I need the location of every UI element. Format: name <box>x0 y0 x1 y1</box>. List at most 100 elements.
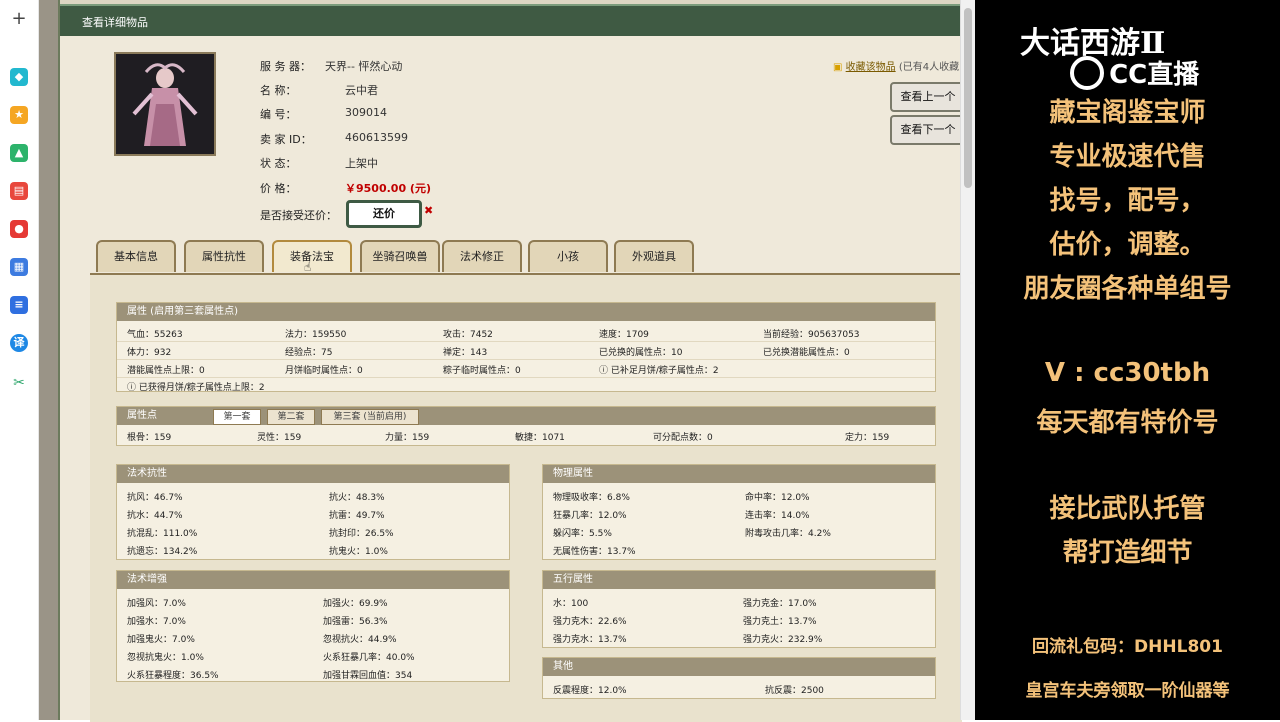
promo-daily: 每天都有特价号 <box>1036 408 1219 438</box>
tab-mounts-pets[interactable]: 坐骑召唤兽 <box>360 240 440 272</box>
close-icon: ✖ <box>424 204 434 217</box>
spell-enhance-header: 法术增强 <box>117 571 509 589</box>
chart-ai-icon[interactable]: ▦ <box>10 258 28 276</box>
stat-mooncake-temp: 月饼临时属性点：0 <box>285 366 363 376</box>
scissors-icon[interactable]: ✂ <box>10 374 28 392</box>
phys-hit: 命中率：12.0% <box>745 493 810 503</box>
resist-forget: 抗遗忘：134.2% <box>127 547 198 557</box>
character-figure-icon <box>116 54 214 154</box>
camera-ai-icon[interactable]: ● <box>10 220 28 238</box>
counter-offer-button[interactable]: 还价 <box>346 200 422 228</box>
physical-header: 物理属性 <box>543 465 935 483</box>
image-ai-icon[interactable]: ▲ <box>10 144 28 162</box>
phys-neutral-dmg: 无属性伤害：13.7% <box>553 547 636 557</box>
plus-icon[interactable]: + <box>10 10 28 28</box>
favorite-area: ▣ 收藏该物品 (已有4人收藏 <box>833 58 959 73</box>
counter-offer-label: 是否接受还价： <box>260 209 337 222</box>
favorite-icon: ▣ <box>833 62 843 73</box>
promo-line-1: 藏宝阁鉴宝师 <box>1049 98 1206 128</box>
spell-enhance-box: 法术增强 加强风：7.0% 加强火：69.9% 加强水：7.0% 加强雷：56.… <box>116 570 510 682</box>
status-value: 上架中 <box>345 157 378 170</box>
spell-resist-box: 法术抗性 抗风：46.7% 抗火：48.3% 抗水：44.7% 抗雷：49.7%… <box>116 464 510 560</box>
ignore-ghostfire-resist: 忽视抗鬼火：1.0% <box>127 653 204 663</box>
stat-redeemed-potential: 已兑换潜能属性点：0 <box>763 348 850 358</box>
star-icon[interactable]: ★ <box>10 106 28 124</box>
stat-potential-cap: 潜能属性点上限：0 <box>127 366 205 376</box>
item-detail-content: 服 务 器： 天界-- 怦然心动 名 称： 云中君 编 号： 309014 卖 … <box>60 36 966 722</box>
shape-icon[interactable]: ◆ <box>10 68 28 86</box>
tab-basic-info[interactable]: 基本信息 <box>96 240 176 272</box>
promo-line-5: 朋友圈各种单组号 <box>1023 274 1232 304</box>
gift-code: 回流礼包码：DHHL801 <box>1032 637 1223 657</box>
id-label: 编 号： <box>260 108 297 121</box>
element-water: 水：100 <box>553 599 589 609</box>
id-value: 309014 <box>345 106 387 119</box>
tab-point-set-2[interactable]: 第二套 <box>267 409 315 425</box>
stat-meditation: 禅定：143 <box>443 348 488 358</box>
point-constitution: 根骨：159 <box>127 433 172 443</box>
enh-thunder: 加强雷：56.3% <box>323 617 388 627</box>
fire-crit-rate: 火系狂暴几率：40.0% <box>323 653 415 663</box>
counter-metal: 强力克金：17.0% <box>743 599 817 609</box>
favorite-link[interactable]: 收藏该物品 <box>846 62 896 73</box>
ignore-fire-resist: 忽视抗火：44.9% <box>323 635 397 645</box>
status-label: 状 态： <box>260 157 297 170</box>
tab-spell-mods[interactable]: 法术修正 <box>442 240 522 272</box>
enh-wind: 加强风：7.0% <box>127 599 186 609</box>
next-item-button[interactable]: 查看下一个 <box>890 115 966 145</box>
other-header: 其他 <box>543 658 935 676</box>
phys-dodge: 躲闪率：5.5% <box>553 529 612 539</box>
stat-supplemented-points: ⓘ 已补足月饼/粽子属性点：2 <box>599 366 719 376</box>
point-unallocated: 可分配点数：0 <box>653 433 713 443</box>
tab-point-set-3[interactable]: 第三套 (当前启用) <box>321 409 419 425</box>
point-strength: 力量：159 <box>385 433 430 443</box>
tab-equipment[interactable]: 装备法宝 <box>272 240 352 272</box>
five-elements-box: 五行属性 水：100 强力克金：17.0% 强力克木：22.6% 强力克土：13… <box>542 570 936 648</box>
promo-line-6: 接比武队托管 <box>1049 494 1206 524</box>
point-endurance: 定力：159 <box>845 433 890 443</box>
row-divider <box>117 341 935 342</box>
phys-combo: 连击率：14.0% <box>745 511 810 521</box>
server-value: 天界-- 怦然心动 <box>325 60 403 73</box>
resist-ghostfire: 抗鬼火：1.0% <box>329 547 388 557</box>
row-divider <box>117 377 935 378</box>
spell-resist-header: 法术抗性 <box>117 465 509 483</box>
stat-stamina: 体力：932 <box>127 348 172 358</box>
phys-absorb: 物理吸收率：6.8% <box>553 493 630 503</box>
scrollbar-thumb[interactable] <box>964 8 972 188</box>
pdf-ai-icon[interactable]: ▤ <box>10 182 28 200</box>
tab-point-set-1[interactable]: 第一套 <box>213 409 261 425</box>
stat-attack: 攻击：7452 <box>443 330 493 340</box>
seller-label: 卖 家 ID： <box>260 133 312 146</box>
enh-ghostfire: 加强鬼火：7.0% <box>127 635 195 645</box>
resist-fire: 抗火：48.3% <box>329 493 385 503</box>
attributes-header: 属性 (启用第三套属性点) <box>117 303 935 321</box>
doc-ai-icon[interactable]: ≡ <box>10 296 28 314</box>
tab-appearance[interactable]: 外观道具 <box>614 240 694 272</box>
stat-obtained-cap: ⓘ 已获得月饼/粽子属性点上限：2 <box>127 383 265 393</box>
other-box: 其他 反震程度：12.0% 抗反震：2500 <box>542 657 936 699</box>
resist-wind: 抗风：46.7% <box>127 493 183 503</box>
fire-crit-degree: 火系狂暴程度：36.5% <box>127 671 219 681</box>
page-scrollbar[interactable] <box>960 0 975 720</box>
cc-logo-icon <box>1070 55 1104 90</box>
name-value: 云中君 <box>345 84 378 97</box>
stat-exp-points: 经验点：75 <box>285 348 333 358</box>
tab-attributes[interactable]: 属性抗性 <box>184 240 264 272</box>
enh-fire: 加强火：69.9% <box>323 599 388 609</box>
translate-icon[interactable]: 译 <box>10 334 28 352</box>
promo-line-4: 估价，调整。 <box>1049 230 1206 260</box>
rain-heal-bonus: 加强甘霖回血值：354 <box>323 671 413 681</box>
cc-live-logo: CC直播 <box>1070 54 1199 91</box>
stat-redeemed-points: 已兑换的属性点：10 <box>599 348 683 358</box>
counter-water: 强力克水：13.7% <box>553 635 627 645</box>
resist-chaos: 抗混乱：111.0% <box>127 529 198 539</box>
stat-hp: 气血：55263 <box>127 330 183 340</box>
row-divider <box>117 359 935 360</box>
physical-box: 物理属性 物理吸收率：6.8% 命中率：12.0% 狂暴几率：12.0% 连击率… <box>542 464 936 560</box>
tab-children[interactable]: 小孩 <box>528 240 608 272</box>
prev-item-button[interactable]: 查看上一个 <box>890 82 966 112</box>
point-spirit: 灵性：159 <box>257 433 302 443</box>
promo-wechat: V : cc30tbh <box>1044 358 1211 388</box>
counterattack-degree: 反震程度：12.0% <box>553 686 627 696</box>
